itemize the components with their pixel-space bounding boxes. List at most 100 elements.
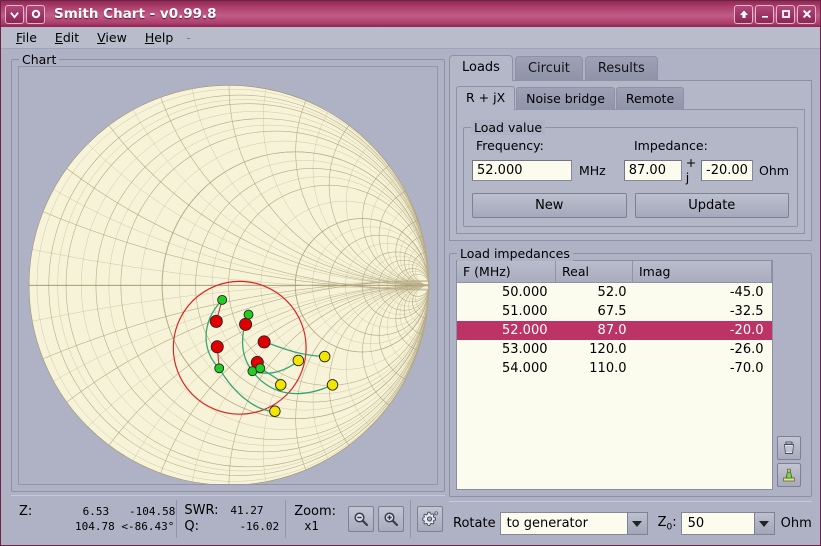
maximize-button[interactable] (776, 4, 795, 24)
tab-circuit[interactable]: Circuit (514, 56, 583, 81)
tab-loads[interactable]: Loads (449, 55, 513, 81)
gear-icon[interactable] (417, 505, 444, 532)
z0-value: 50 (680, 512, 754, 535)
table-header-row: F (MHz) Real Imag (457, 261, 772, 283)
frequency-label: Frequency: (476, 138, 544, 153)
swr-q-readout: SWR: 41.27 Q: -16.02 (177, 500, 285, 538)
z-polar-value: 104.78 <-86.43° (75, 520, 175, 533)
table-row-selected[interactable]: 52.000 87.0 -20.0 (457, 321, 772, 340)
table-row[interactable]: 54.000 110.0 -70.0 (457, 359, 772, 378)
table-row[interactable]: 50.000 52.0 -45.0 (457, 283, 772, 303)
minimize-button[interactable] (755, 4, 774, 24)
load-impedances-groupbox: Load impedances F (MHz) Real Imag 50.000… (449, 246, 812, 497)
cell-frequency: 52.000 (457, 321, 556, 340)
main-content: Chart Z: 6.53 -104.58 104.78 <-86.43° SW… (1, 49, 820, 545)
z-rect-value: 6.53 -104.58 (82, 505, 176, 518)
zoom-label: Zoom: (294, 504, 337, 519)
table-row[interactable]: 53.000 120.0 -26.0 (457, 340, 772, 359)
menu-view-label: iew (105, 30, 127, 45)
reactance-input[interactable] (701, 159, 754, 181)
plus-j-label: + j (685, 155, 697, 185)
menu-edit-mnemonic: E (54, 30, 63, 45)
chart-group-title: Chart (19, 52, 60, 67)
cell-real: 67.5 (597, 304, 627, 319)
cell-real: 52.0 (597, 285, 627, 300)
cell-imag: -45.0 (729, 285, 764, 300)
impedance-table-area: F (MHz) Real Imag 50.000 52.0 -45.0 51.0… (456, 260, 805, 490)
save-icon[interactable] (777, 463, 801, 487)
load-value-groupbox: Load value Frequency: Impedance: MHz + j… (463, 120, 798, 227)
smith-chart-canvas[interactable] (18, 66, 438, 485)
menu-trailing-mark: - (186, 30, 191, 45)
trash-icon[interactable] (777, 436, 801, 460)
swr-label: SWR: (184, 503, 219, 518)
subtab-r-plus-jx[interactable]: R + jX (456, 86, 516, 110)
chevron-down-icon[interactable] (753, 512, 775, 535)
chart-groupbox: Chart (11, 52, 445, 492)
menu-edit[interactable]: Edit (46, 28, 88, 47)
subtab-remote[interactable]: Remote (615, 87, 685, 110)
smith-chart-graphic (19, 67, 437, 484)
frequency-input[interactable] (472, 159, 572, 181)
load-type-tabstrip: R + jX Noise bridge Remote (456, 85, 805, 110)
r-plus-jx-pane: Load value Frequency: Impedance: MHz + j… (456, 109, 805, 234)
zoom-in-icon[interactable] (378, 505, 405, 532)
menu-view[interactable]: View (88, 28, 136, 47)
column-header-real[interactable]: Real (555, 261, 633, 283)
cell-frequency: 50.000 (502, 285, 548, 300)
subtab-noise-bridge[interactable]: Noise bridge (516, 87, 615, 110)
impedance-table-wrapper[interactable]: F (MHz) Real Imag 50.000 52.0 -45.0 51.0… (456, 260, 773, 490)
cell-imag: -20.0 (632, 321, 772, 340)
column-header-frequency[interactable]: F (MHz) (457, 261, 556, 283)
right-panel: Loads Circuit Results R + jX Noise bridg… (447, 53, 816, 545)
window-controls (733, 4, 817, 24)
cell-real: 120.0 (589, 342, 627, 357)
main-tabstrip: Loads Circuit Results (449, 55, 812, 81)
chevron-down-icon[interactable] (626, 512, 648, 535)
menu-help[interactable]: Help (136, 28, 183, 47)
window-menu-icon[interactable] (5, 4, 24, 24)
menu-bar: File Edit View Help - (1, 27, 820, 49)
new-button[interactable]: New (472, 193, 627, 218)
update-button[interactable]: Update (634, 193, 789, 218)
swr-value: 41.27 (230, 504, 264, 517)
table-row[interactable]: 51.000 67.5 -32.5 (457, 302, 772, 321)
title-bar: Smith Chart - v0.99.8 (1, 1, 820, 27)
zoom-readout: Zoom: x1 (286, 500, 346, 538)
z0-select[interactable]: 50 (680, 512, 775, 535)
cell-real: 110.0 (589, 361, 627, 376)
impedance-label: Impedance: (634, 138, 708, 153)
zoom-out-icon[interactable] (348, 505, 375, 532)
status-bar: Z: 6.53 -104.58 104.78 <-86.43° SWR: 41.… (11, 495, 445, 541)
menu-file[interactable]: File (7, 28, 46, 47)
cell-imag: -70.0 (729, 361, 764, 376)
cell-frequency: 54.000 (502, 361, 548, 376)
loads-tab-pane: R + jX Noise bridge Remote Load value Fr… (449, 80, 812, 241)
load-impedances-title: Load impedances (457, 246, 573, 261)
cell-imag: -32.5 (729, 304, 764, 319)
rotate-direction-select[interactable]: to generator (499, 512, 648, 535)
zoom-value: x1 (304, 519, 319, 533)
table-side-buttons (773, 260, 805, 490)
z-label: Z: (19, 504, 33, 519)
rotate-direction-value: to generator (499, 512, 627, 535)
menu-file-label: ile (22, 30, 37, 45)
close-button[interactable] (797, 4, 816, 24)
window-title: Smith Chart - v0.99.8 (54, 6, 217, 22)
cell-imag: -26.0 (729, 342, 764, 357)
menu-edit-label: dit (62, 30, 80, 45)
tab-results[interactable]: Results (584, 56, 658, 81)
window-icon[interactable] (26, 4, 45, 24)
q-value: -16.02 (239, 520, 280, 533)
resistance-input[interactable] (623, 159, 682, 181)
column-header-imag[interactable]: Imag (632, 261, 772, 283)
load-value-title: Load value (471, 120, 546, 135)
impedance-unit: Ohm (759, 162, 789, 178)
impedance-readout: Z: 6.53 -104.58 104.78 <-86.43° (11, 500, 176, 538)
cell-frequency: 51.000 (502, 304, 548, 319)
frequency-unit: MHz (579, 162, 606, 178)
menu-help-label: elp (154, 30, 174, 45)
shade-button[interactable] (734, 4, 753, 24)
impedance-table: F (MHz) Real Imag 50.000 52.0 -45.0 51.0… (457, 261, 772, 378)
cell-real: 87.0 (555, 321, 633, 340)
